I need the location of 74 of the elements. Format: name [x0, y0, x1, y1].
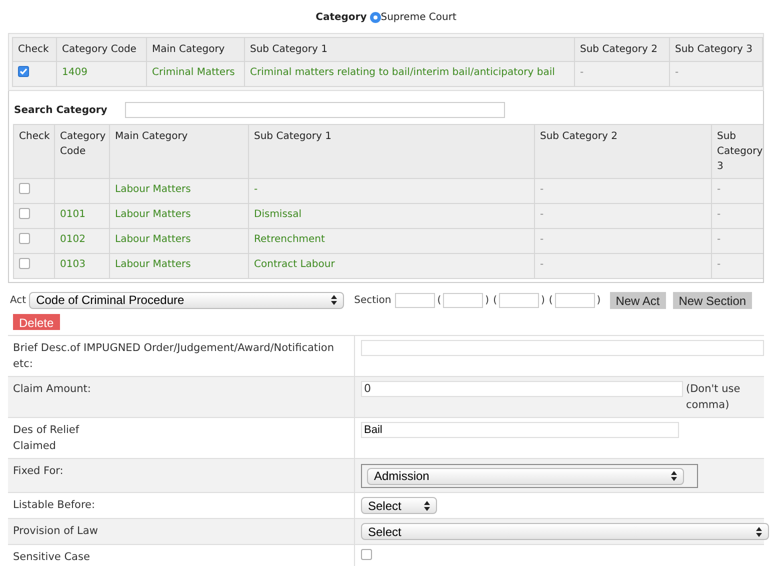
table-cell: -	[717, 209, 721, 220]
delete-button[interactable]: Delete	[13, 314, 60, 330]
field-note: (Don't use comma)	[686, 382, 742, 413]
subsection-field[interactable]	[498, 292, 539, 308]
table-cell: Dismissal	[254, 209, 302, 220]
checkbox[interactable]	[361, 549, 372, 560]
section-field[interactable]	[395, 292, 436, 308]
table-cell: -	[717, 234, 721, 245]
search-label: Search Category	[14, 104, 108, 118]
table-cell: -	[540, 209, 544, 220]
table-cell: Labour Matters	[115, 184, 191, 195]
subsection-field[interactable]	[554, 292, 595, 308]
table-cell: -	[540, 234, 544, 245]
table-cell: -	[717, 259, 721, 270]
act-label: Act	[10, 294, 26, 308]
column-header: Sub Category 1	[244, 38, 574, 62]
table-cell: Contract Labour	[254, 259, 335, 270]
column-header: Check	[14, 124, 54, 178]
table-cell: Criminal Matters	[152, 67, 235, 78]
column-header: Check	[12, 38, 56, 62]
input-field[interactable]: Bail	[361, 422, 679, 438]
act-button[interactable]: New Section	[672, 292, 752, 308]
table-cell: -	[254, 184, 258, 195]
column-header: Sub Category 1	[248, 124, 534, 178]
parenthesis: )	[540, 294, 545, 308]
table-cell: 0102	[60, 234, 86, 245]
table-cell: -	[717, 184, 721, 195]
table-cell: Labour Matters	[115, 234, 191, 245]
field-label: Brief Desc.of IMPUGNED Order/Judgement/Award/Notification etc:	[13, 341, 336, 372]
field-label: Listable Before:	[13, 498, 96, 513]
table-cell: 1409	[62, 67, 88, 78]
parenthesis: (	[493, 294, 497, 308]
dropdown[interactable]: Admission	[367, 468, 684, 484]
search-field[interactable]	[125, 102, 505, 118]
checkbox[interactable]	[19, 208, 30, 219]
dropdown[interactable]: Select	[361, 523, 769, 540]
section-label: Section	[354, 294, 392, 308]
select-arrows-icon	[671, 471, 677, 481]
parenthesis: (	[437, 294, 442, 308]
table-cell: Criminal matters relating to bail/interim bail/anticipatory bail	[250, 67, 555, 78]
court-name: Supreme Court	[380, 10, 456, 24]
checkbox[interactable]	[19, 233, 30, 244]
category-heading: Category	[316, 10, 367, 24]
field-label: Fixed For:	[13, 464, 64, 479]
subsection-field[interactable]	[443, 292, 484, 308]
parenthesis: )	[596, 294, 601, 308]
field-label: Sensitive Case	[13, 550, 90, 565]
radio-icon[interactable]	[370, 12, 381, 22]
select-arrows-icon	[331, 295, 338, 305]
table-cell: 0101	[60, 209, 86, 220]
field-label: Claim Amount:	[13, 382, 91, 397]
act-button[interactable]: New Act	[610, 292, 666, 308]
input-field[interactable]: 0	[361, 381, 683, 397]
table-cell: -	[580, 67, 584, 78]
table-cell: Labour Matters	[115, 209, 191, 220]
parenthesis: (	[548, 294, 553, 308]
parenthesis: )	[485, 294, 490, 308]
table-cell: -	[675, 67, 679, 78]
input-field[interactable]	[361, 340, 764, 356]
field-label: Provision of Law	[13, 524, 98, 539]
checkbox[interactable]	[19, 183, 30, 194]
checkbox[interactable]	[19, 258, 30, 269]
table-cell: -	[540, 259, 544, 270]
select-arrows-icon	[424, 500, 430, 510]
dropdown[interactable]: Select	[361, 497, 437, 514]
checkbox[interactable]	[18, 66, 29, 77]
column-header: Main Category	[146, 38, 244, 62]
table-cell: Retrenchment	[254, 234, 325, 245]
table-cell: 0103	[60, 259, 86, 270]
act-select[interactable]: Code of Criminal Procedure	[29, 292, 344, 308]
table-cell: Labour Matters	[115, 259, 191, 270]
table-cell: -	[540, 184, 544, 195]
select-arrows-icon	[756, 526, 762, 536]
field-label: Des of Relief Claimed	[13, 423, 80, 454]
